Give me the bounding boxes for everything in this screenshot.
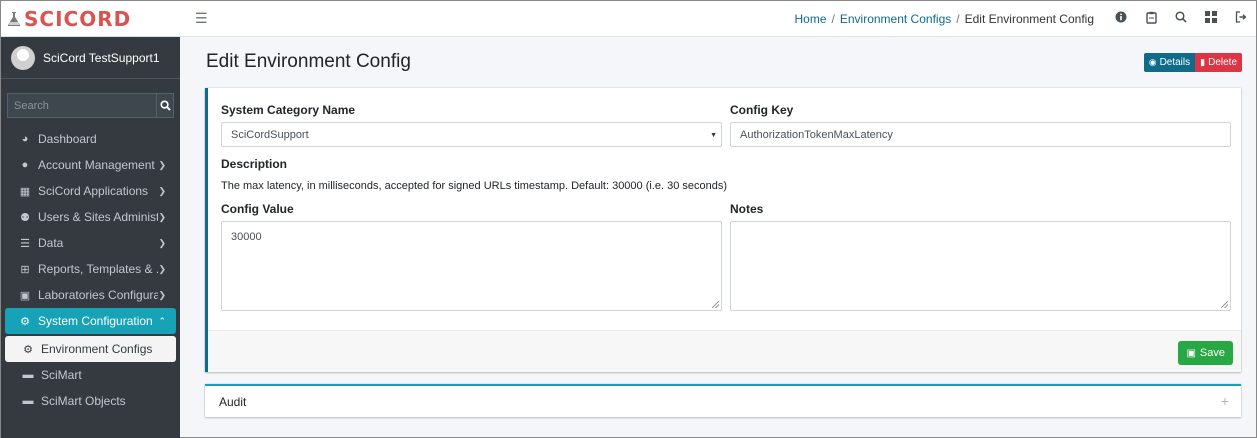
config-key-value: AuthorizationTokenMaxLatency: [740, 128, 893, 141]
config-value-text: 30000: [231, 231, 262, 243]
page-actions: ◉ Details ▮ Delete: [1143, 53, 1242, 72]
notes-label: Notes: [730, 202, 764, 216]
category-label: System Category Name: [221, 103, 356, 117]
folder-icon: ▬: [22, 369, 34, 381]
table-icon: ⊞: [20, 263, 30, 276]
brand-name: SCICORD: [24, 6, 132, 31]
page-title: Edit Environment Config: [206, 51, 411, 72]
logout-icon[interactable]: [1226, 11, 1256, 26]
breadcrumb-current: Edit Environment Config: [964, 11, 1094, 26]
eye-icon: ◉: [1148, 57, 1157, 67]
search-button[interactable]: [156, 93, 174, 118]
sidebar-item-scimart-objects[interactable]: ▬ SciMart Objects: [5, 388, 176, 414]
sidebar-search: [7, 93, 174, 118]
description-label: Description: [221, 157, 288, 171]
description-text: The max latency, in milliseconds, accept…: [221, 180, 728, 192]
main-content: Edit Environment Config ◉ Details ▮ Dele…: [180, 37, 1256, 437]
cogs-icon: ⚙: [20, 315, 30, 328]
trash-icon: ▮: [1200, 57, 1206, 67]
sidebar-item-scicord-applications[interactable]: ▦ SciCord Applications ❯: [5, 178, 176, 204]
audit-title: Audit: [219, 394, 247, 409]
chevron-down-icon: ❯: [158, 185, 166, 196]
sidebar-item-label: System Configuration: [38, 314, 153, 328]
sidebar-item-environment-configs[interactable]: ⚙ Environment Configs: [5, 336, 176, 362]
sidebar-item-label: SciCord Applications: [38, 184, 149, 198]
save-icon: ▣: [1186, 347, 1196, 359]
category-select[interactable]: SciCordSupport ▼: [221, 122, 722, 147]
windows-icon: ▦: [19, 185, 31, 198]
chevron-down-icon: ❯: [158, 159, 166, 170]
resize-handle[interactable]: [712, 301, 719, 308]
delete-button[interactable]: ▮ Delete: [1195, 53, 1242, 72]
user-circle-icon: ●: [21, 159, 29, 171]
sidebar-item-account-management[interactable]: ● Account Management ❯: [5, 152, 176, 178]
folder-icon: ▬: [22, 395, 34, 407]
save-button[interactable]: ▣ Save: [1178, 341, 1233, 365]
config-key-label: Config Key: [730, 103, 794, 117]
delete-label: Delete: [1208, 57, 1237, 68]
resize-handle[interactable]: [1221, 301, 1228, 308]
config-value-textarea[interactable]: 30000: [221, 221, 722, 311]
sidebar-item-label: Environment Configs: [41, 342, 153, 356]
sidebar-item-dashboard[interactable]: ◕ Dashboard: [5, 126, 176, 152]
search-input[interactable]: [7, 93, 156, 118]
sidebar-item-label: Users & Sites Administ...: [38, 210, 159, 224]
sidebar-item-label: Account Management: [38, 158, 155, 172]
edit-config-card: System Category Name SciCordSupport ▼ Co…: [205, 88, 1241, 372]
user-name: SciCord TestSupport1: [43, 50, 160, 65]
config-key-input[interactable]: AuthorizationTokenMaxLatency: [730, 122, 1231, 147]
chevron-up-icon: ⌃: [158, 315, 166, 326]
clipboard-icon[interactable]: [1136, 11, 1166, 27]
search-icon[interactable]: [1166, 11, 1196, 26]
avatar: [11, 45, 35, 70]
dashboard-icon: ◕: [21, 133, 29, 145]
card-footer: ▣ Save: [208, 330, 1241, 372]
flask-icon: [7, 11, 21, 26]
sidebar-item-system-configuration[interactable]: ⚙ System Configuration ⌃: [5, 308, 176, 334]
chevron-down-icon: ❯: [158, 211, 166, 222]
sidebar-item-label: SciMart Objects: [41, 394, 126, 408]
database-icon: ☰: [20, 237, 30, 250]
sidebar-item-users-sites[interactable]: ⚉ Users & Sites Administ... ❯: [5, 204, 176, 230]
info-icon[interactable]: [1106, 11, 1136, 26]
chevron-down-icon: ❯: [158, 263, 166, 274]
top-navbar: ☰ Home / Environment Configs / Edit Environm…: [180, 1, 1256, 37]
sidebar-item-label: Laboratories Configura...: [38, 288, 159, 302]
grid-icon[interactable]: [1196, 11, 1226, 26]
sidebar-item-label: Reports, Templates & ...: [38, 262, 159, 276]
cogs-icon: ⚙: [23, 343, 33, 356]
sidebar: SCICORD SciCord TestSupport1 ◕ Dashboard…: [1, 1, 180, 438]
sidebar-item-label: Data: [38, 236, 64, 250]
brand-logo[interactable]: SCICORD: [1, 1, 180, 37]
breadcrumb-separator: /: [831, 11, 835, 26]
category-value: SciCordSupport: [231, 128, 309, 141]
sidebar-item-data[interactable]: ☰ Data ❯: [5, 230, 176, 256]
clipboard-check-icon: ▣: [19, 289, 31, 302]
breadcrumb-home[interactable]: Home: [795, 12, 827, 26]
chevron-down-icon: ❯: [158, 237, 166, 248]
users-icon: ⚉: [20, 211, 30, 224]
chevron-down-icon: ❯: [158, 289, 166, 300]
details-label: Details: [1159, 57, 1191, 68]
sidebar-item-scimart[interactable]: ▬ SciMart: [5, 362, 176, 388]
user-panel[interactable]: SciCord TestSupport1: [1, 37, 180, 79]
config-value-label: Config Value: [221, 202, 294, 216]
sidebar-item-reports[interactable]: ⊞ Reports, Templates & ... ❯: [5, 256, 176, 282]
menu-toggle-icon[interactable]: ☰: [195, 10, 208, 27]
notes-textarea[interactable]: [730, 221, 1231, 311]
breadcrumb: Home / Environment Configs / Edit Environmen…: [795, 12, 1095, 26]
search-icon: [159, 100, 171, 111]
breadcrumb-environment-configs[interactable]: Environment Configs: [840, 12, 951, 26]
sidebar-item-laboratories[interactable]: ▣ Laboratories Configura... ❯: [5, 282, 176, 308]
caret-down-icon: ▼: [710, 132, 717, 139]
sidebar-item-label: Dashboard: [38, 132, 97, 146]
breadcrumb-separator: /: [956, 11, 960, 26]
expand-icon[interactable]: +: [1221, 393, 1229, 409]
audit-panel[interactable]: Audit +: [205, 384, 1241, 417]
details-button[interactable]: ◉ Details: [1143, 53, 1196, 72]
sidebar-item-label: SciMart: [41, 368, 82, 382]
save-label: Save: [1199, 347, 1225, 359]
